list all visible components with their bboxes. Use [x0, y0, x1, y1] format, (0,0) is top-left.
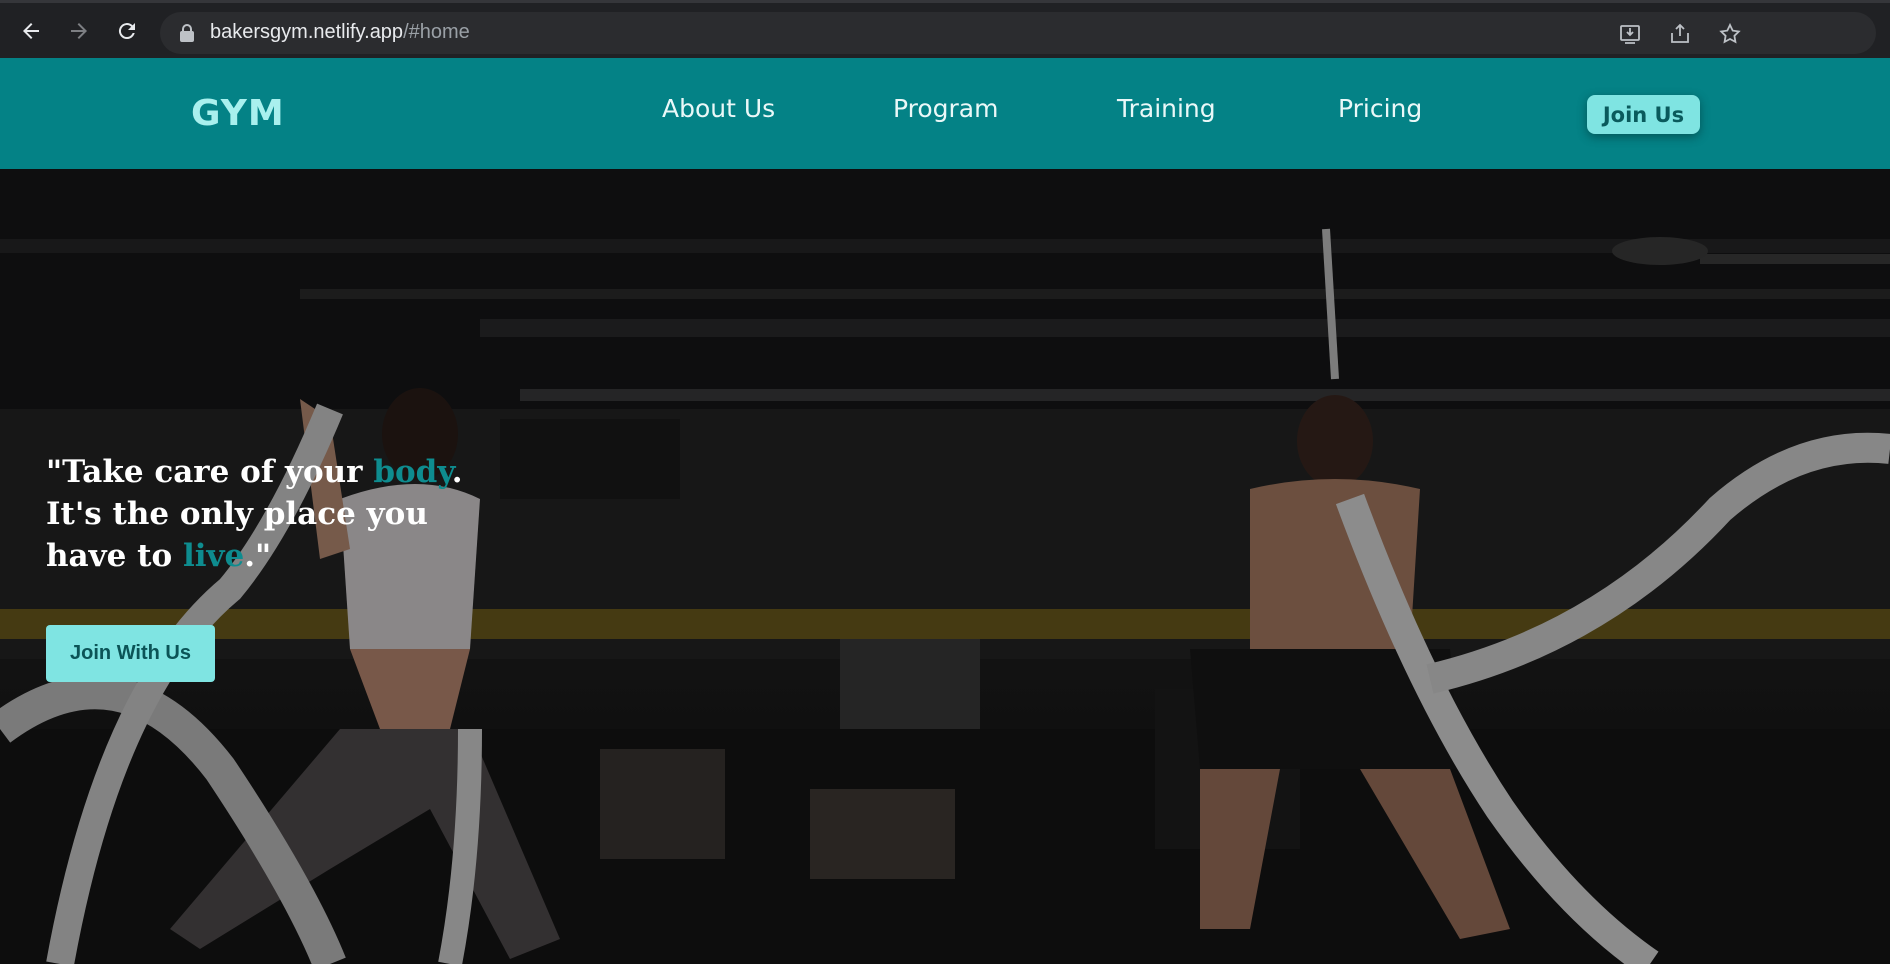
- nav-training[interactable]: Training: [1117, 94, 1216, 123]
- back-icon[interactable]: [13, 13, 49, 49]
- lock-icon[interactable]: [178, 23, 196, 43]
- browser-toolbar: bakersgym.netlify.app/#home: [0, 0, 1890, 58]
- install-icon[interactable]: [1618, 22, 1642, 46]
- quote-line3-post: .": [244, 538, 272, 574]
- quote-line1-post: .: [451, 454, 463, 490]
- quote-highlight-body: body: [373, 454, 452, 490]
- url-path: /#home: [403, 21, 470, 43]
- quote-line1-pre: "Take care of your: [46, 454, 374, 490]
- share-icon[interactable]: [1668, 22, 1692, 46]
- site-header: GYM About Us Program Training Pricing Jo…: [0, 58, 1890, 169]
- hero-section: "Take care of your body. It's the only p…: [0, 169, 1890, 964]
- forward-icon[interactable]: [61, 13, 97, 49]
- join-with-us-button[interactable]: Join With Us: [46, 625, 215, 682]
- quote-line3-pre: have to: [46, 538, 183, 574]
- quote-highlight-live: live: [182, 538, 245, 574]
- quote-line2: It's the only place you: [46, 496, 428, 532]
- nav-program[interactable]: Program: [893, 94, 998, 123]
- url-host: bakersgym.netlify.app: [210, 21, 404, 43]
- site-logo[interactable]: GYM: [191, 93, 285, 134]
- address-bar[interactable]: bakersgym.netlify.app/#home: [160, 12, 1876, 54]
- nav-about-us[interactable]: About Us: [662, 94, 775, 123]
- hero-quote: "Take care of your body. It's the only p…: [46, 451, 466, 577]
- reload-icon[interactable]: [109, 13, 145, 49]
- nav-pricing[interactable]: Pricing: [1338, 94, 1422, 123]
- star-icon[interactable]: [1718, 22, 1742, 46]
- url-text[interactable]: bakersgym.netlify.app/#home: [210, 21, 470, 44]
- join-us-button[interactable]: Join Us: [1587, 95, 1700, 134]
